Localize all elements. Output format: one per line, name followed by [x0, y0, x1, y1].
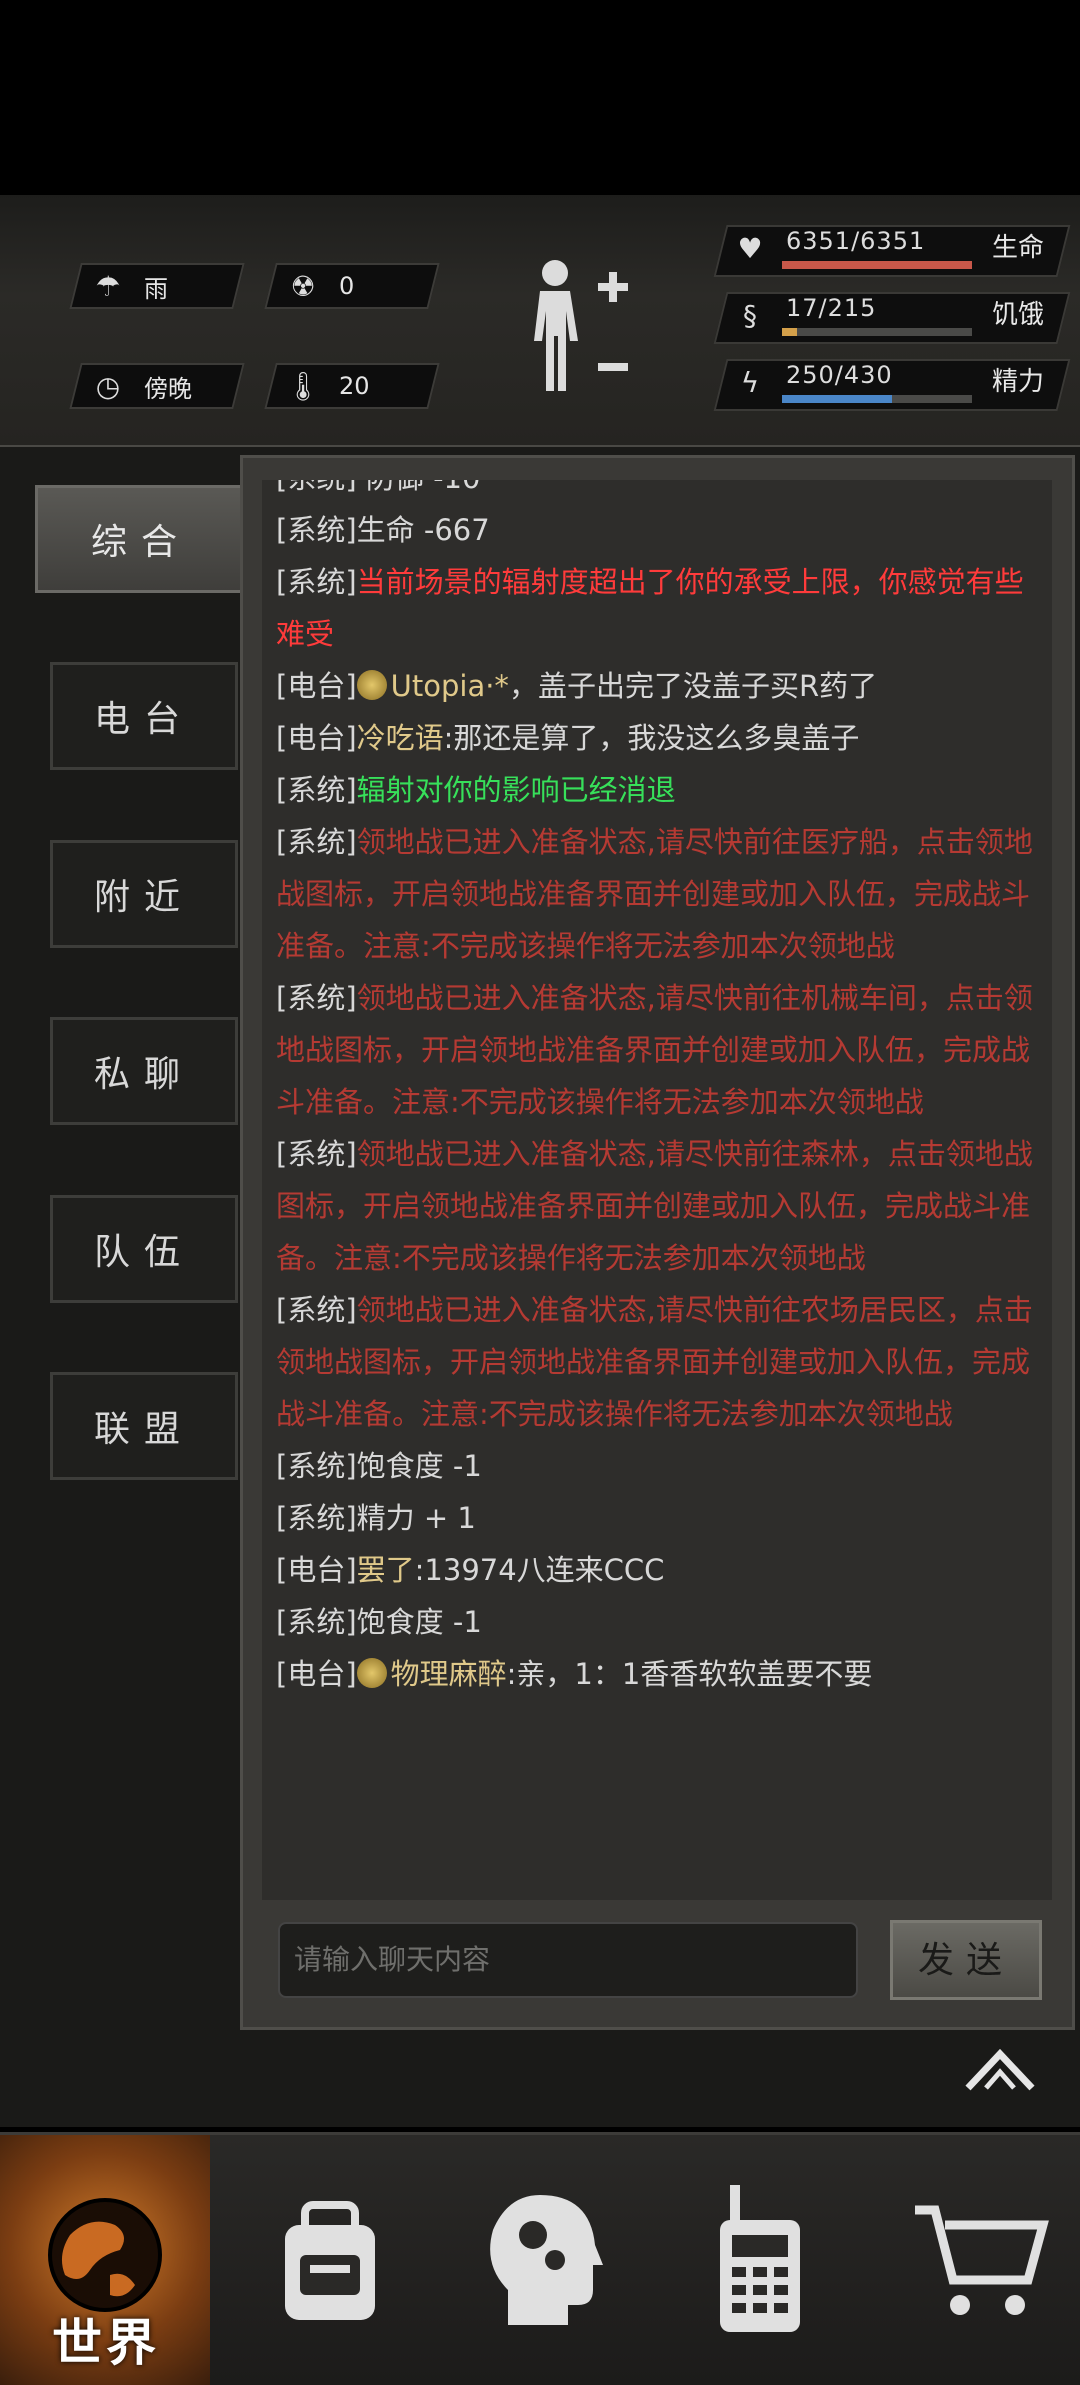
chat-message-text: 精力 + 1 [356, 1501, 476, 1535]
send-button[interactable]: 发送 [890, 1920, 1042, 2000]
chat-message: [系统]生命 -667 [276, 504, 1040, 556]
nav-skills[interactable] [445, 2135, 645, 2385]
energy-bar [782, 395, 972, 403]
tab-radio[interactable]: 电台 [50, 662, 238, 770]
chat-message-text: 领地战已进入准备状态,请尽快前往森林，点击领地战图标，开启领地战准备界面并创建或… [276, 1137, 1033, 1275]
rain-cloud-icon: ☂ [95, 269, 121, 303]
life-bar [782, 261, 972, 269]
nav-backpack[interactable] [230, 2135, 430, 2385]
chat-message: [电台]冷吃语:那还是算了，我没这么多臭盖子 [276, 712, 1040, 764]
life-value: 6351/6351 [786, 227, 926, 255]
shop-cart-icon [915, 2205, 1049, 2315]
chat-sender-name[interactable]: 冷吃语 [357, 721, 444, 755]
chat-channel-tag: [系统] [276, 1605, 357, 1639]
chat-message-text: 领地战已进入准备状态,请尽快前往医疗船，点击领地战图标，开启领地战准备界面并创建… [276, 825, 1033, 963]
chat-channel-tag: [系统] [276, 1501, 357, 1535]
chat-message: [系统]领地战已进入准备状态,请尽快前往农场居民区，点击领地战图标，开启领地战准… [276, 1284, 1040, 1440]
chat-message: [系统]领地战已进入准备状态,请尽快前往机械车间，点击领地战图标，开启领地战准备… [276, 972, 1040, 1128]
chat-sender-name[interactable]: 罢了 [357, 1553, 415, 1587]
heart-icon: ♥ [737, 232, 763, 265]
energy-value: 250/430 [786, 361, 893, 389]
body-status-icon[interactable] [520, 255, 640, 415]
chat-message-text: 生命 -667 [356, 513, 490, 547]
tab-nearby[interactable]: 附近 [50, 840, 238, 948]
tab-alliance[interactable]: 联盟 [50, 1372, 238, 1480]
energy-label: 精力 [992, 367, 1045, 397]
medal-badge-icon [356, 670, 387, 700]
backpack-icon [285, 2201, 375, 2320]
chat-message: [电台] 物理麻醉:亲，1：1香香软软盖要不要 [276, 1648, 1040, 1700]
chat-message-text: 当前场景的辐射度超出了你的承受上限，你感觉有些难受 [276, 565, 1024, 651]
medal-badge-icon [356, 1658, 387, 1688]
collapse-chevron-icon[interactable] [960, 2040, 1040, 2100]
energy-row: ϟ 250/430 精力 [713, 359, 1071, 411]
temperature-value: 20 [339, 372, 370, 400]
chat-message: [电台] Utopia·*，盖子出完了没盖子买R药了 [276, 660, 1040, 712]
chat-message-text: 饱食度 -1 [356, 1605, 482, 1639]
chat-input[interactable]: 请输入聊天内容 [278, 1922, 858, 1998]
chat-message: [系统]饱食度 -1 [276, 1596, 1040, 1648]
status-hud: ☂ 雨 ☢ 0 ◷ 傍晚 🌡 20 ♥ 6351/6351 生命 § 17/21… [0, 195, 1080, 448]
nav-shop[interactable] [880, 2135, 1080, 2385]
chat-log[interactable]: [系统] 防御 -10 [系统]生命 -667[系统]当前场景的辐射度超出了你的… [262, 480, 1052, 1900]
life-row: ♥ 6351/6351 生命 [713, 225, 1071, 277]
radiation-chip: ☢ 0 [285, 265, 354, 307]
chat-message-text: 领地战已进入准备状态,请尽快前往农场居民区，点击领地战图标，开启领地战准备界面并… [276, 1293, 1033, 1431]
radiation-icon: ☢ [290, 269, 316, 303]
chat-channel-tag: [系统] [276, 1137, 357, 1171]
chat-message: [系统]精力 + 1 [276, 1492, 1040, 1544]
chat-channel-tag: [电台] [276, 1657, 357, 1691]
chat-message: [电台]罢了:13974八连来CCC [276, 1544, 1040, 1596]
nav-world[interactable]: 世界 [0, 2135, 210, 2385]
chat-channel-tag: [系统] [276, 773, 357, 807]
hunger-row: § 17/215 饥饿 [713, 292, 1071, 344]
time-chip: ◷ 傍晚 [90, 365, 192, 407]
thermometer-icon: 🌡 [285, 369, 321, 403]
chat-sender-name[interactable]: 物理麻醉 [391, 1657, 507, 1691]
hunger-bar [782, 328, 972, 336]
clock-icon: ◷ [95, 369, 121, 403]
chat-message: [系统]领地战已进入准备状态,请尽快前往森林，点击领地战图标，开启领地战准备界面… [276, 1128, 1040, 1284]
chat-channel-tag: [系统] [276, 513, 357, 547]
tab-team[interactable]: 队伍 [50, 1195, 238, 1303]
radio-icon [720, 2185, 800, 2332]
skills-head-icon [490, 2195, 603, 2325]
chat-message-text: ，盖子出完了没盖子买R药了 [508, 669, 878, 703]
chat-message: [系统]领地战已进入准备状态,请尽快前往医疗船，点击领地战图标，开启领地战准备界… [276, 816, 1040, 972]
life-label: 生命 [992, 233, 1045, 263]
bottom-navigation: 世界 [0, 2132, 1080, 2385]
nav-world-label: 世界 [52, 2314, 160, 2372]
hunger-label: 饥饿 [992, 300, 1045, 330]
temperature-chip: 🌡 20 [285, 365, 370, 407]
chat-channel-tag: [电台] [276, 721, 357, 755]
chat-message: [系统]当前场景的辐射度超出了你的承受上限，你感觉有些难受 [276, 556, 1040, 660]
chat-message-text: :那还是算了，我没这么多臭盖子 [443, 721, 860, 755]
tab-private[interactable]: 私聊 [50, 1017, 238, 1125]
chat-message-text: 领地战已进入准备状态,请尽快前往机械车间，点击领地战图标，开启领地战准备界面并创… [276, 981, 1033, 1119]
chat-channel-tag: [系统] [276, 825, 357, 859]
chat-message-text: :13974八连来CCC [414, 1553, 665, 1587]
tab-general[interactable]: 综合 [35, 485, 247, 593]
chat-sender-name[interactable]: Utopia·* [391, 669, 509, 703]
chat-message-partial: [系统] 防御 -10 [276, 480, 1040, 504]
chat-message-text: 饱食度 -1 [356, 1449, 482, 1483]
radiation-value: 0 [339, 272, 355, 300]
chat-channel-tag: [系统] [276, 1293, 357, 1327]
chat-message: [系统]辐射对你的影响已经消退 [276, 764, 1040, 816]
chat-channel-tag: [系统] [276, 1449, 357, 1483]
chat-message-text: 辐射对你的影响已经消退 [356, 773, 676, 807]
weather-value: 雨 [144, 274, 168, 303]
energy-head-icon: ϟ [740, 366, 760, 399]
chat-message: [系统]饱食度 -1 [276, 1440, 1040, 1492]
nav-radio[interactable] [660, 2135, 860, 2385]
chat-channel-tag: [系统] [276, 981, 357, 1015]
weather-chip: ☂ 雨 [90, 265, 168, 307]
time-value: 傍晚 [144, 374, 192, 403]
hunger-value: 17/215 [786, 294, 877, 322]
chat-message-text: :亲，1：1香香软软盖要不要 [506, 1657, 873, 1691]
chat-channel-tag: [电台] [276, 669, 357, 703]
chat-channel-tag: [电台] [276, 1553, 357, 1587]
stomach-icon: § [743, 299, 757, 332]
chat-channel-tag: [系统] [276, 565, 357, 599]
